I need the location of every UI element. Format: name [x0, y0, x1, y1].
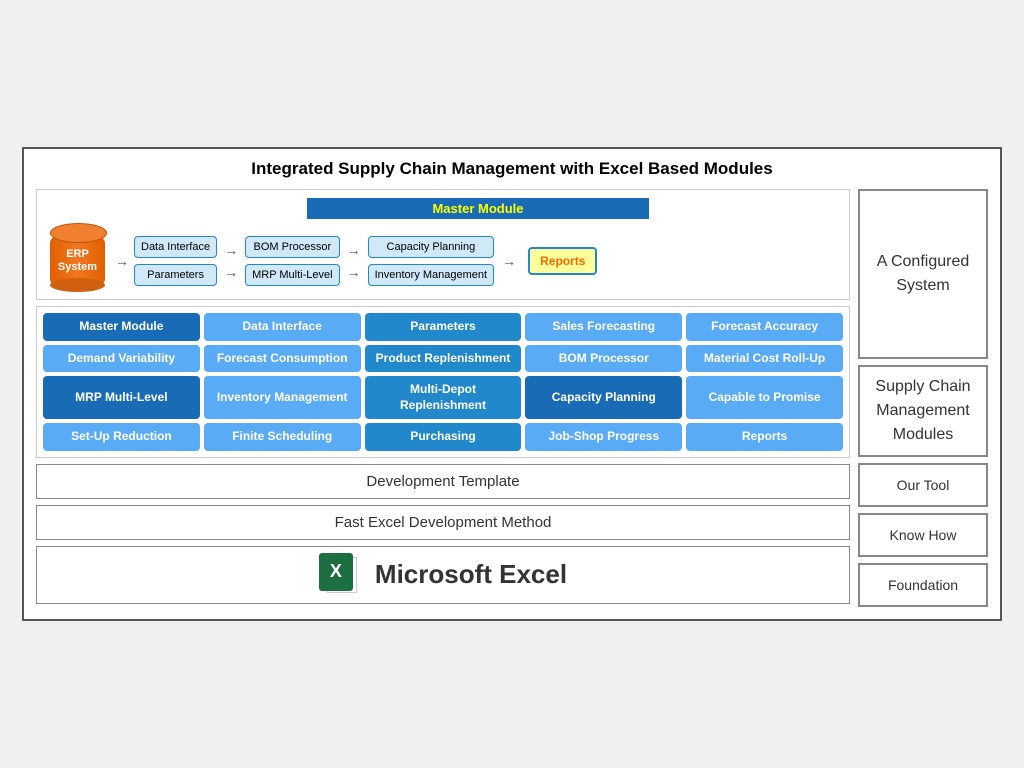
excel-row: X Microsoft Excel [36, 546, 850, 604]
flow-box-parameters: Parameters [134, 264, 217, 286]
master-module-bar: Master Module [307, 198, 648, 219]
left-content: Master Module ERP System → Data Interfac [36, 189, 850, 607]
diagram-section: Master Module ERP System → Data Interfac [36, 189, 850, 300]
arrow-3a: → [347, 242, 361, 258]
excel-x-letter: X [330, 561, 342, 582]
module-purchasing[interactable]: Purchasing [365, 423, 522, 451]
module-capable-to-promise[interactable]: Capable to Promise [686, 376, 843, 419]
module-finite-scheduling[interactable]: Finite Scheduling [204, 423, 361, 451]
module-product-replenishment[interactable]: Product Replenishment [365, 345, 522, 373]
modules-section: Master Module Data Interface Parameters … [36, 306, 850, 458]
flow-box-data-interface: Data Interface [134, 236, 217, 258]
module-master-module[interactable]: Master Module [43, 313, 200, 341]
module-mrp-multi-level[interactable]: MRP Multi-Level [43, 376, 200, 419]
main-container: Integrated Supply Chain Management with … [22, 147, 1002, 621]
module-job-shop[interactable]: Job-Shop Progress [525, 423, 682, 451]
our-tool-box: Our Tool [858, 463, 988, 507]
module-data-interface[interactable]: Data Interface [204, 313, 361, 341]
module-reports[interactable]: Reports [686, 423, 843, 451]
arrow-3b: → [347, 264, 361, 280]
fast-excel-row: Fast Excel Development Method [36, 505, 850, 540]
our-tool-label: Our Tool [897, 477, 950, 493]
foundation-label: Foundation [888, 577, 958, 593]
excel-icon-wrapper: X [319, 553, 363, 597]
reports-box: Reports [528, 247, 597, 275]
content-area: Master Module ERP System → Data Interfac [36, 189, 988, 607]
module-capacity-planning[interactable]: Capacity Planning [525, 376, 682, 419]
arrow-2a: → [224, 242, 238, 258]
cylinder-shape: ERP System [50, 231, 105, 291]
module-inventory-management[interactable]: Inventory Management [204, 376, 361, 419]
configured-system-label: A Configured System [868, 250, 978, 298]
flow-box-inventory: Inventory Management [368, 264, 495, 286]
dev-template-row: Development Template [36, 464, 850, 499]
module-material-cost[interactable]: Material Cost Roll-Up [686, 345, 843, 373]
arrow-1: → [115, 253, 129, 269]
module-forecast-consumption[interactable]: Forecast Consumption [204, 345, 361, 373]
main-title: Integrated Supply Chain Management with … [36, 159, 988, 179]
erp-cylinder: ERP System [45, 231, 110, 291]
excel-label: Microsoft Excel [375, 559, 567, 590]
module-setup-reduction[interactable]: Set-Up Reduction [43, 423, 200, 451]
flow-box-capacity: Capacity Planning [368, 236, 495, 258]
module-demand-variability[interactable]: Demand Variability [43, 345, 200, 373]
foundation-box: Foundation [858, 563, 988, 607]
right-panel: A Configured System Supply Chain Managem… [858, 189, 988, 607]
modules-grid: Master Module Data Interface Parameters … [43, 313, 843, 451]
know-how-box: Know How [858, 513, 988, 557]
arrow-4: → [502, 253, 516, 269]
know-how-label: Know How [890, 527, 957, 543]
arrow-2b: → [224, 264, 238, 280]
erp-label: ERP System [50, 248, 105, 274]
module-bom-processor[interactable]: BOM Processor [525, 345, 682, 373]
flow-box-mrp: MRP Multi-Level [245, 264, 340, 286]
supply-chain-box: Supply Chain Management Modules [858, 365, 988, 457]
module-multi-depot[interactable]: Multi-Depot Replenishment [365, 376, 522, 419]
module-parameters[interactable]: Parameters [365, 313, 522, 341]
module-sales-forecasting[interactable]: Sales Forecasting [525, 313, 682, 341]
flow-box-bom: BOM Processor [245, 236, 340, 258]
module-forecast-accuracy[interactable]: Forecast Accuracy [686, 313, 843, 341]
supply-chain-label: Supply Chain Management Modules [868, 375, 978, 447]
configured-system-box: A Configured System [858, 189, 988, 359]
